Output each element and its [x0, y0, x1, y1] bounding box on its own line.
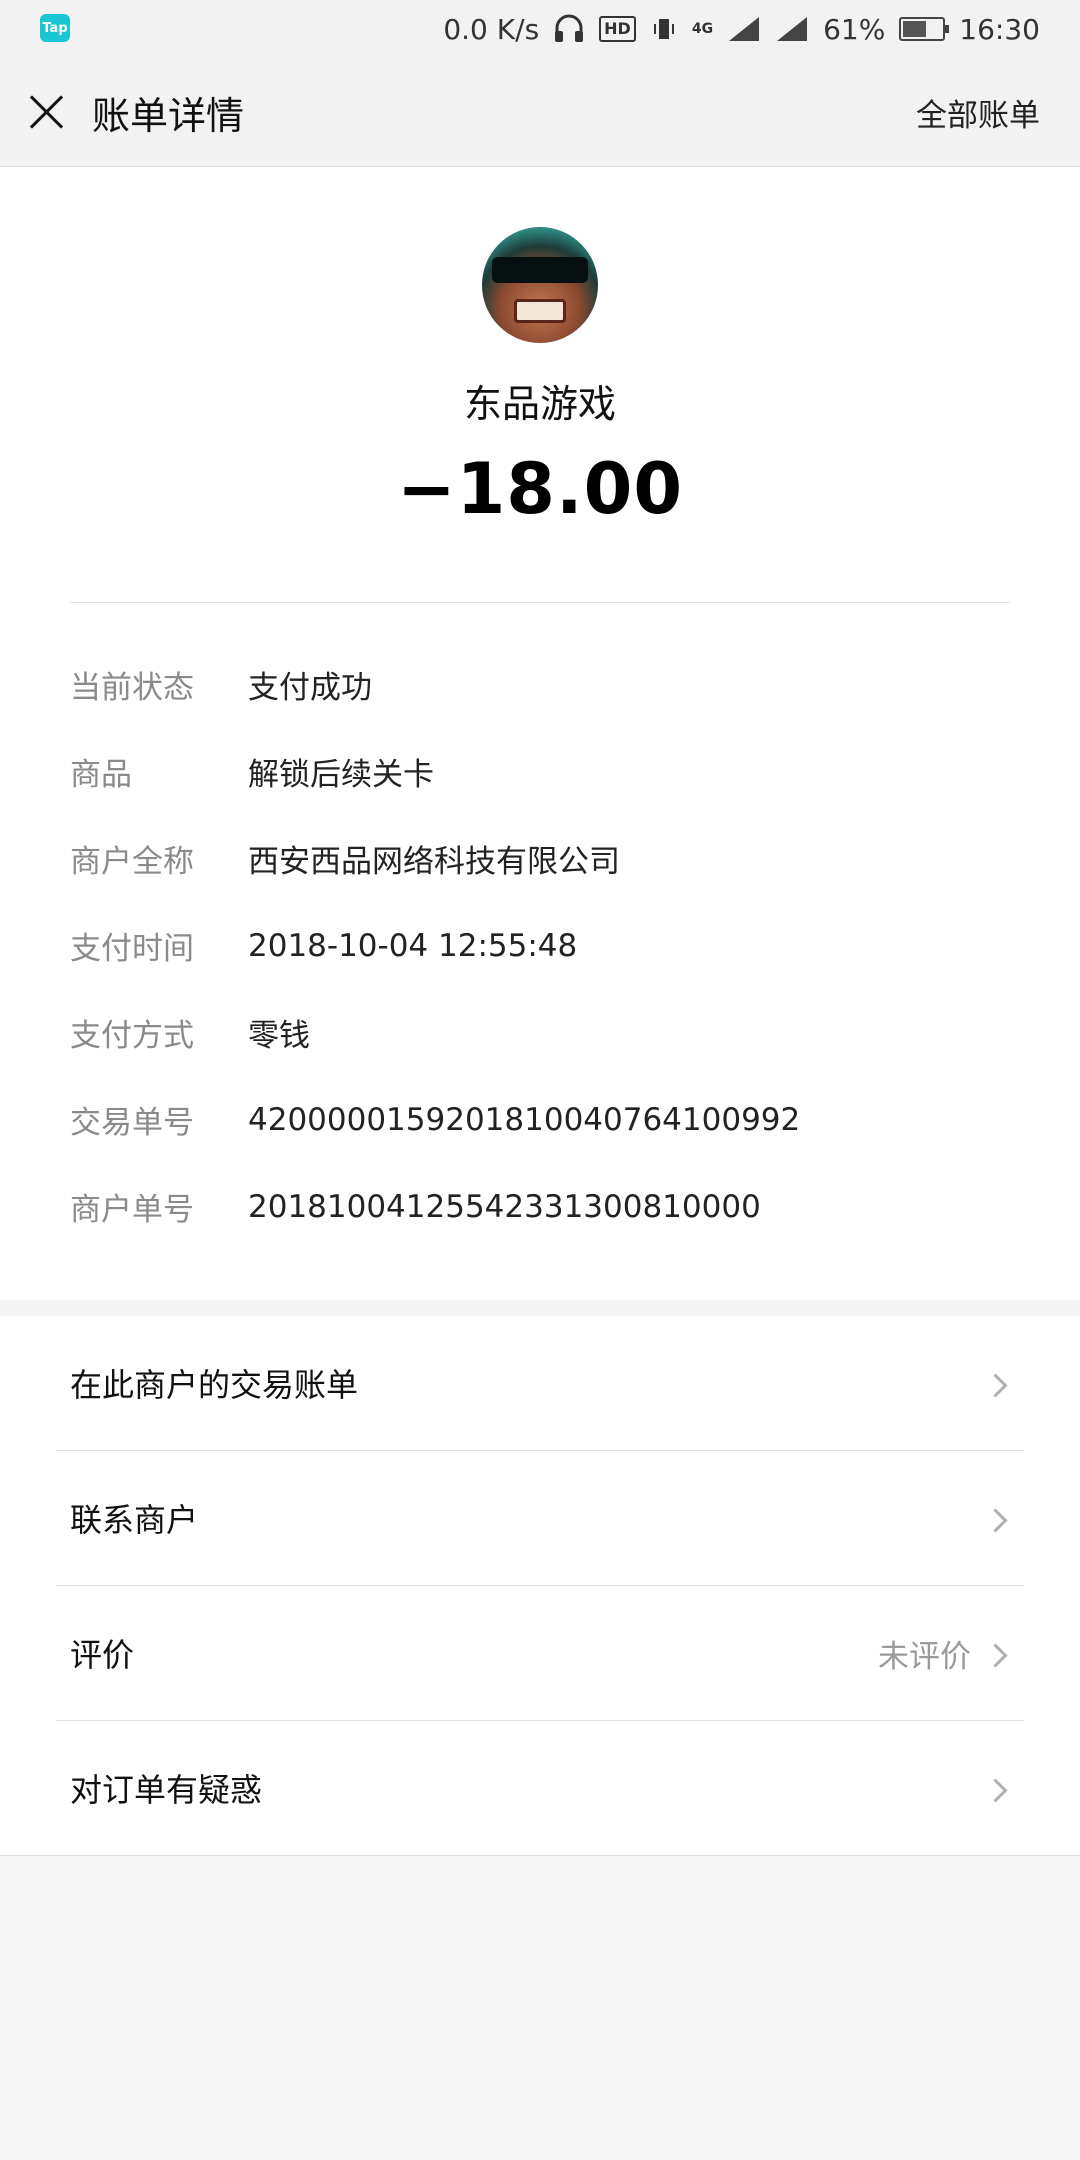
- menu-right: [983, 1372, 1010, 1398]
- chevron-right-icon: [983, 1642, 1008, 1668]
- avatar-mouth: [514, 299, 566, 323]
- menu-label: 对订单有疑惑: [70, 1771, 263, 1809]
- detail-row-status: 当前状态 支付成功: [70, 641, 1010, 728]
- vibrate-icon: [650, 15, 678, 43]
- detail-row-product: 商品 解锁后续关卡: [70, 728, 1010, 815]
- menu-right: [983, 1507, 1010, 1533]
- battery-percent: 61%: [823, 12, 886, 46]
- detail-label: 当前状态: [70, 670, 194, 706]
- headphones-icon: [553, 14, 585, 44]
- page-title: 账单详情: [92, 93, 245, 138]
- close-icon[interactable]: [28, 94, 64, 130]
- merchant-transactions-item[interactable]: 在此商户的交易账单: [56, 1316, 1024, 1451]
- avatar-visor: [492, 257, 588, 283]
- rating-status: 未评价: [878, 1638, 971, 1675]
- signal-icon: [727, 15, 761, 43]
- section-gap: [0, 1300, 1080, 1316]
- status-bar: Tap 0.0 K/s HD 4G 61% 16:30: [0, 0, 1080, 58]
- signal-icon: [775, 15, 809, 43]
- network-type: 4G: [691, 21, 714, 37]
- menu-label: 在此商户的交易账单: [70, 1366, 359, 1404]
- detail-label: 商户单号: [70, 1192, 194, 1228]
- tap-app-icon: Tap: [40, 14, 70, 42]
- detail-value: 解锁后续关卡: [248, 757, 434, 793]
- action-menu: 在此商户的交易账单 联系商户 评价 未评价 对订单有疑惑: [0, 1316, 1080, 1856]
- bill-detail-card: 东品游戏 −18.00 当前状态 支付成功 商品 解锁后续关卡 商户全称 西安西…: [0, 167, 1080, 1300]
- chevron-right-icon: [983, 1372, 1008, 1398]
- detail-label: 支付方式: [70, 1018, 194, 1054]
- contact-merchant-item[interactable]: 联系商户: [56, 1451, 1024, 1586]
- detail-label: 商品: [70, 757, 132, 793]
- detail-value: 支付成功: [248, 670, 372, 706]
- hd-badge: HD: [599, 16, 636, 42]
- detail-value: 2018-10-04 12:55:48: [248, 927, 578, 964]
- order-question-item[interactable]: 对订单有疑惑: [56, 1721, 1024, 1855]
- battery-icon: [899, 17, 950, 41]
- clock: 16:30: [959, 12, 1040, 46]
- menu-label: 评价: [70, 1636, 135, 1674]
- merchant-avatar: [482, 227, 598, 343]
- detail-row-merchant-fullname: 商户全称 西安西品网络科技有限公司: [70, 815, 1010, 902]
- menu-right: 未评价: [878, 1631, 1010, 1676]
- detail-value: 零钱: [248, 1018, 310, 1054]
- network-speed: 0.0 K/s: [443, 12, 540, 46]
- detail-row-pay-time: 支付时间 2018-10-04 12:55:48: [70, 902, 1010, 989]
- all-bills-link[interactable]: 全部账单: [916, 90, 1040, 135]
- chevron-right-icon: [983, 1777, 1008, 1803]
- detail-value: 20181004125542331300810000: [248, 1188, 761, 1225]
- detail-value: 西安西品网络科技有限公司: [248, 844, 620, 880]
- rating-item[interactable]: 评价 未评价: [56, 1586, 1024, 1721]
- chevron-right-icon: [983, 1507, 1008, 1533]
- merchant-header: 东品游戏 −18.00: [0, 167, 1080, 530]
- payment-amount: −18.00: [396, 448, 684, 530]
- detail-row-transaction-id: 交易单号 4200000159201810040764100992: [70, 1076, 1010, 1163]
- detail-label: 支付时间: [70, 931, 194, 967]
- menu-label: 联系商户: [70, 1501, 199, 1539]
- menu-right: [983, 1777, 1010, 1803]
- merchant-name: 东品游戏: [463, 382, 616, 426]
- detail-label: 商户全称: [70, 844, 194, 880]
- navigation-bar: 账单详情 全部账单: [0, 58, 1080, 167]
- detail-row-pay-method: 支付方式 零钱: [70, 989, 1010, 1076]
- detail-value: 4200000159201810040764100992: [248, 1101, 801, 1138]
- detail-label: 交易单号: [70, 1105, 194, 1141]
- detail-list: 当前状态 支付成功 商品 解锁后续关卡 商户全称 西安西品网络科技有限公司 支付…: [0, 603, 1080, 1300]
- detail-row-merchant-order-id: 商户单号 20181004125542331300810000: [70, 1163, 1010, 1250]
